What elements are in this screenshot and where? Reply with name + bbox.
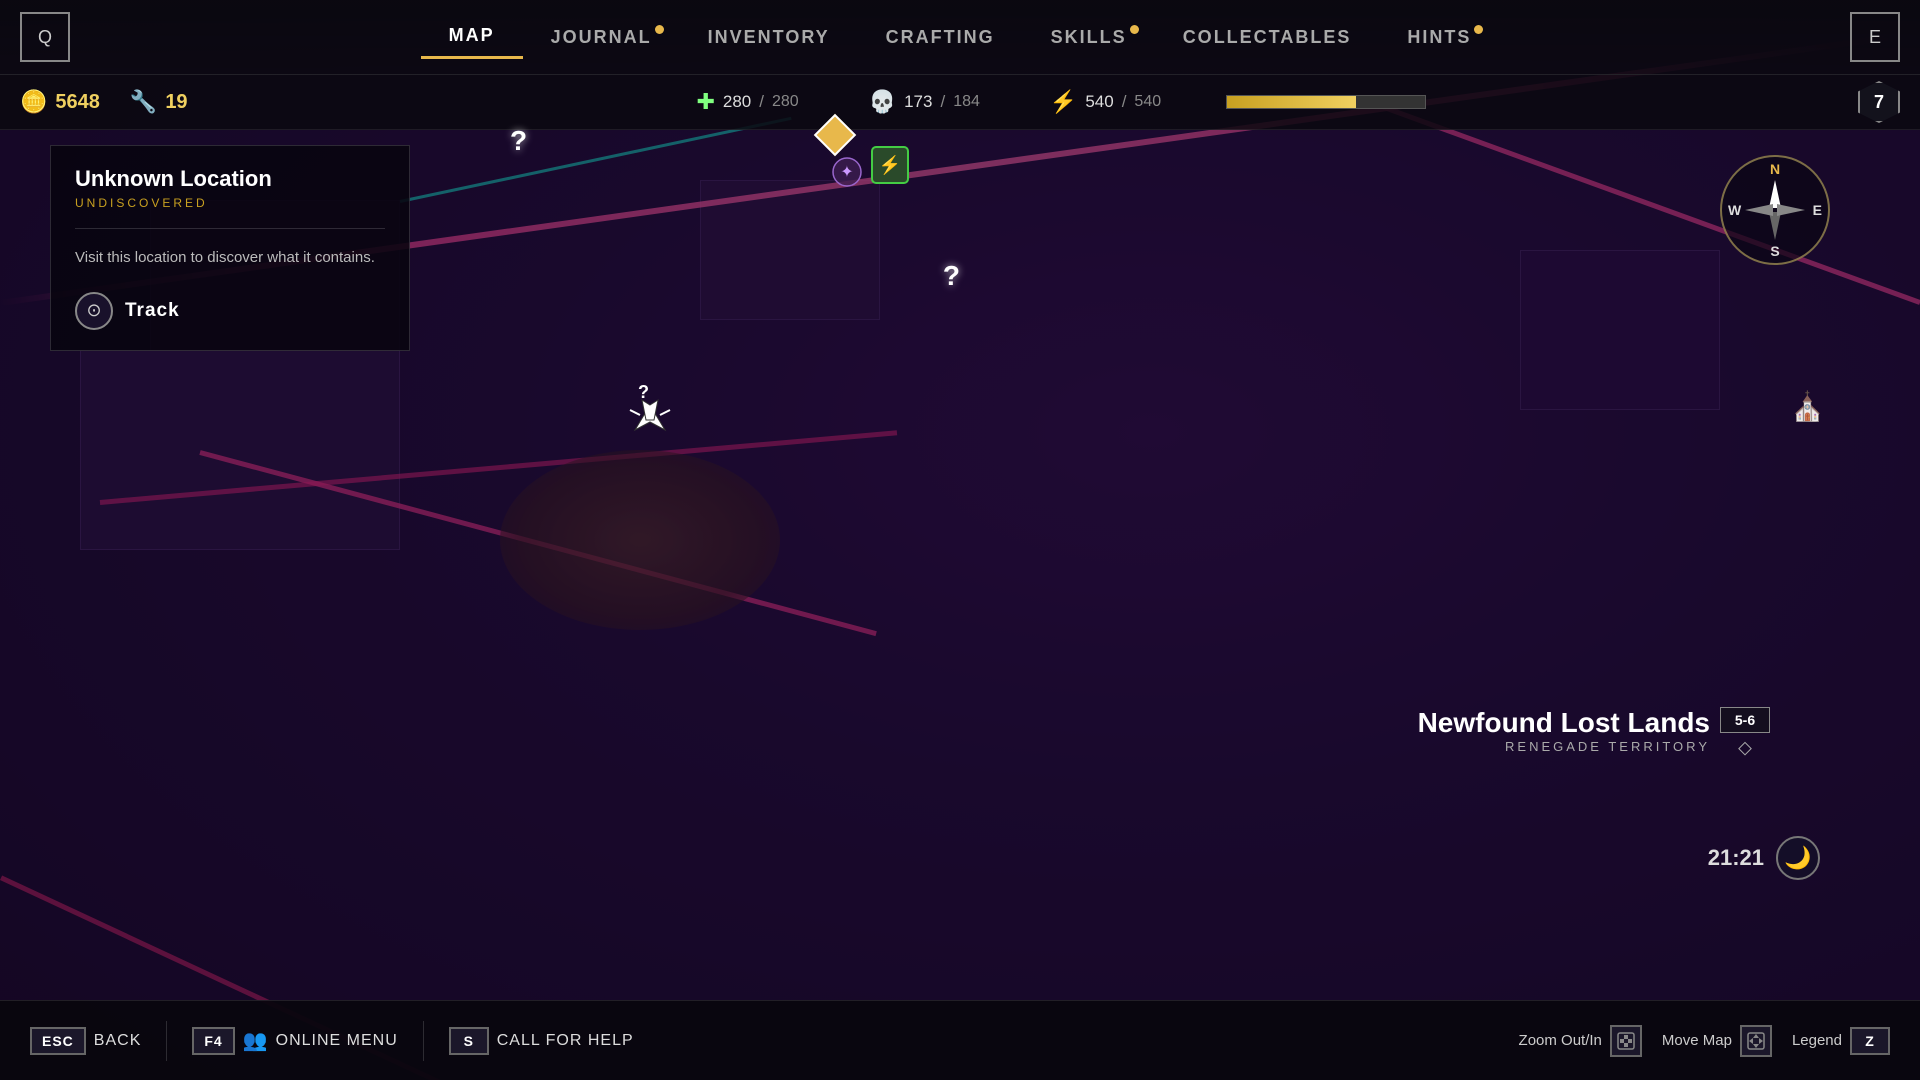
zoom-action[interactable]: Zoom Out/In: [1519, 1025, 1642, 1057]
legend-label: Legend: [1792, 1032, 1842, 1049]
hints-notification-dot: [1474, 25, 1483, 34]
s-key: S: [449, 1027, 489, 1055]
bottom-left-actions: ESC Back F4 👥 ONLINE MENU S Call for Hel…: [0, 1021, 634, 1061]
zoom-key: [1610, 1025, 1642, 1057]
coin-stat: 🪙 5648: [20, 89, 100, 115]
quick-action-q[interactable]: Q: [20, 12, 70, 62]
health-current: 280: [723, 92, 751, 112]
nav-item-hints[interactable]: HINTS: [1379, 17, 1499, 58]
center-stats: ✚ 280 / 280 💀 173 / 184 ⚡ 540 / 540: [218, 89, 1900, 115]
arrow-icon: 🔧: [130, 89, 157, 115]
bolt-icon: ⚡: [1050, 89, 1077, 115]
nav-item-skills[interactable]: SKILLS: [1023, 17, 1155, 58]
east-arrow: [1777, 204, 1805, 216]
bottom-bar: ESC Back F4 👥 ONLINE MENU S Call for Hel…: [0, 1000, 1920, 1080]
level-badge: 7: [1858, 81, 1900, 123]
health-icon: ✚: [696, 89, 714, 115]
xp-bar: [1226, 95, 1426, 109]
compass-arrows: [1745, 180, 1805, 240]
call-for-help-action[interactable]: S Call for Help: [449, 1027, 634, 1055]
journal-notification-dot: [655, 25, 664, 34]
compass-east: E: [1813, 202, 1822, 218]
svg-text:?: ?: [638, 382, 649, 402]
esc-key: ESC: [30, 1027, 86, 1055]
location-title: Unknown Location: [75, 166, 385, 192]
compass-west: W: [1728, 202, 1741, 218]
question-marker[interactable]: ?: [943, 260, 960, 292]
arrow-value: 19: [165, 91, 187, 114]
compass-ring: N S E W: [1720, 155, 1830, 265]
west-arrow: [1745, 204, 1773, 216]
nav-item-inventory[interactable]: INVENTORY: [680, 17, 858, 58]
svg-text:⚡: ⚡: [879, 154, 901, 176]
nav-item-map[interactable]: MAP: [421, 15, 523, 59]
compass-north: N: [1770, 161, 1780, 177]
panel-divider: [75, 228, 385, 229]
coin-icon: 🪙: [20, 89, 47, 115]
energy-max: 540: [1134, 93, 1161, 111]
quick-action-e[interactable]: E: [1850, 12, 1900, 62]
coin-value: 5648: [55, 91, 100, 114]
player-marker: ?: [620, 380, 680, 447]
separator: [423, 1021, 424, 1061]
separator: [166, 1021, 167, 1061]
skull-group: 💀 173 / 184: [869, 89, 980, 115]
nav-item-journal[interactable]: JOURNAL: [523, 17, 680, 58]
skull-current: 173: [904, 92, 932, 112]
nav-item-crafting[interactable]: CRAFTING: [858, 17, 1023, 58]
xp-bar-fill: [1227, 96, 1356, 108]
bottom-right-actions: Zoom Out/In Move Map: [1519, 1025, 1890, 1057]
diamond-marker[interactable]: [820, 120, 850, 150]
skull-max: 184: [953, 93, 980, 111]
online-menu-action[interactable]: F4 👥 ONLINE MENU: [192, 1027, 397, 1055]
moon-icon: 🌙: [1776, 836, 1820, 880]
legend-action[interactable]: Legend Z: [1792, 1027, 1890, 1055]
region-subtitle: RENEGADE TERRITORY: [1418, 739, 1710, 754]
move-map-label: Move Map: [1662, 1032, 1732, 1049]
location-description: Visit this location to discover what it …: [75, 247, 385, 270]
map-building-icon: ⛪: [1790, 390, 1825, 423]
main-nav-menu: MAP JOURNAL INVENTORY CRAFTING SKILLS CO…: [421, 15, 1500, 59]
compass: N S E W: [1720, 155, 1840, 275]
call-for-help-label: Call for Help: [497, 1032, 634, 1050]
track-button[interactable]: ⊙ Track: [75, 292, 385, 330]
track-label: Track: [125, 300, 180, 322]
energy-current: 540: [1085, 92, 1113, 112]
skills-notification-dot: [1130, 25, 1139, 34]
back-label: Back: [94, 1032, 142, 1050]
move-key: [1740, 1025, 1772, 1057]
south-arrow: [1769, 212, 1781, 240]
zoom-label: Zoom Out/In: [1519, 1032, 1602, 1049]
region-name: Newfound Lost Lands: [1418, 707, 1710, 739]
time-display: 21:21 🌙: [1708, 836, 1820, 880]
online-icon: 👥: [243, 1028, 268, 1053]
question-marker[interactable]: ?: [510, 125, 527, 157]
region-level-badge: 5-6: [1720, 707, 1770, 733]
time-value: 21:21: [1708, 845, 1764, 871]
health-group: ✚ 280 / 280: [696, 89, 798, 115]
back-action[interactable]: ESC Back: [30, 1027, 141, 1055]
stats-bar: 🪙 5648 🔧 19 ✚ 280 / 280 💀 173 / 184 ⚡ 54…: [0, 75, 1920, 130]
track-icon: ⊙: [75, 292, 113, 330]
energy-group: ⚡ 540 / 540: [1050, 89, 1161, 115]
online-menu-label: ONLINE MENU: [276, 1032, 398, 1050]
location-status: UNDISCOVERED: [75, 196, 385, 210]
nav-item-collectables[interactable]: COLLECTABLES: [1155, 17, 1380, 58]
character-icon: ⚡: [870, 145, 910, 190]
move-map-action[interactable]: Move Map: [1662, 1025, 1772, 1057]
compass-south: S: [1770, 243, 1779, 259]
objective-icon: ✦: [830, 155, 865, 195]
arrow-stat: 🔧 19: [130, 89, 188, 115]
z-key: Z: [1850, 1027, 1890, 1055]
region-label: Newfound Lost Lands RENEGADE TERRITORY 5…: [1418, 707, 1770, 760]
f4-key: F4: [192, 1027, 234, 1055]
top-navigation: Q MAP JOURNAL INVENTORY CRAFTING SKILLS …: [0, 0, 1920, 75]
health-max: 280: [772, 93, 799, 111]
skull-icon: 💀: [869, 89, 896, 115]
svg-text:✦: ✦: [840, 164, 853, 181]
location-panel: Unknown Location UNDISCOVERED Visit this…: [50, 145, 410, 351]
